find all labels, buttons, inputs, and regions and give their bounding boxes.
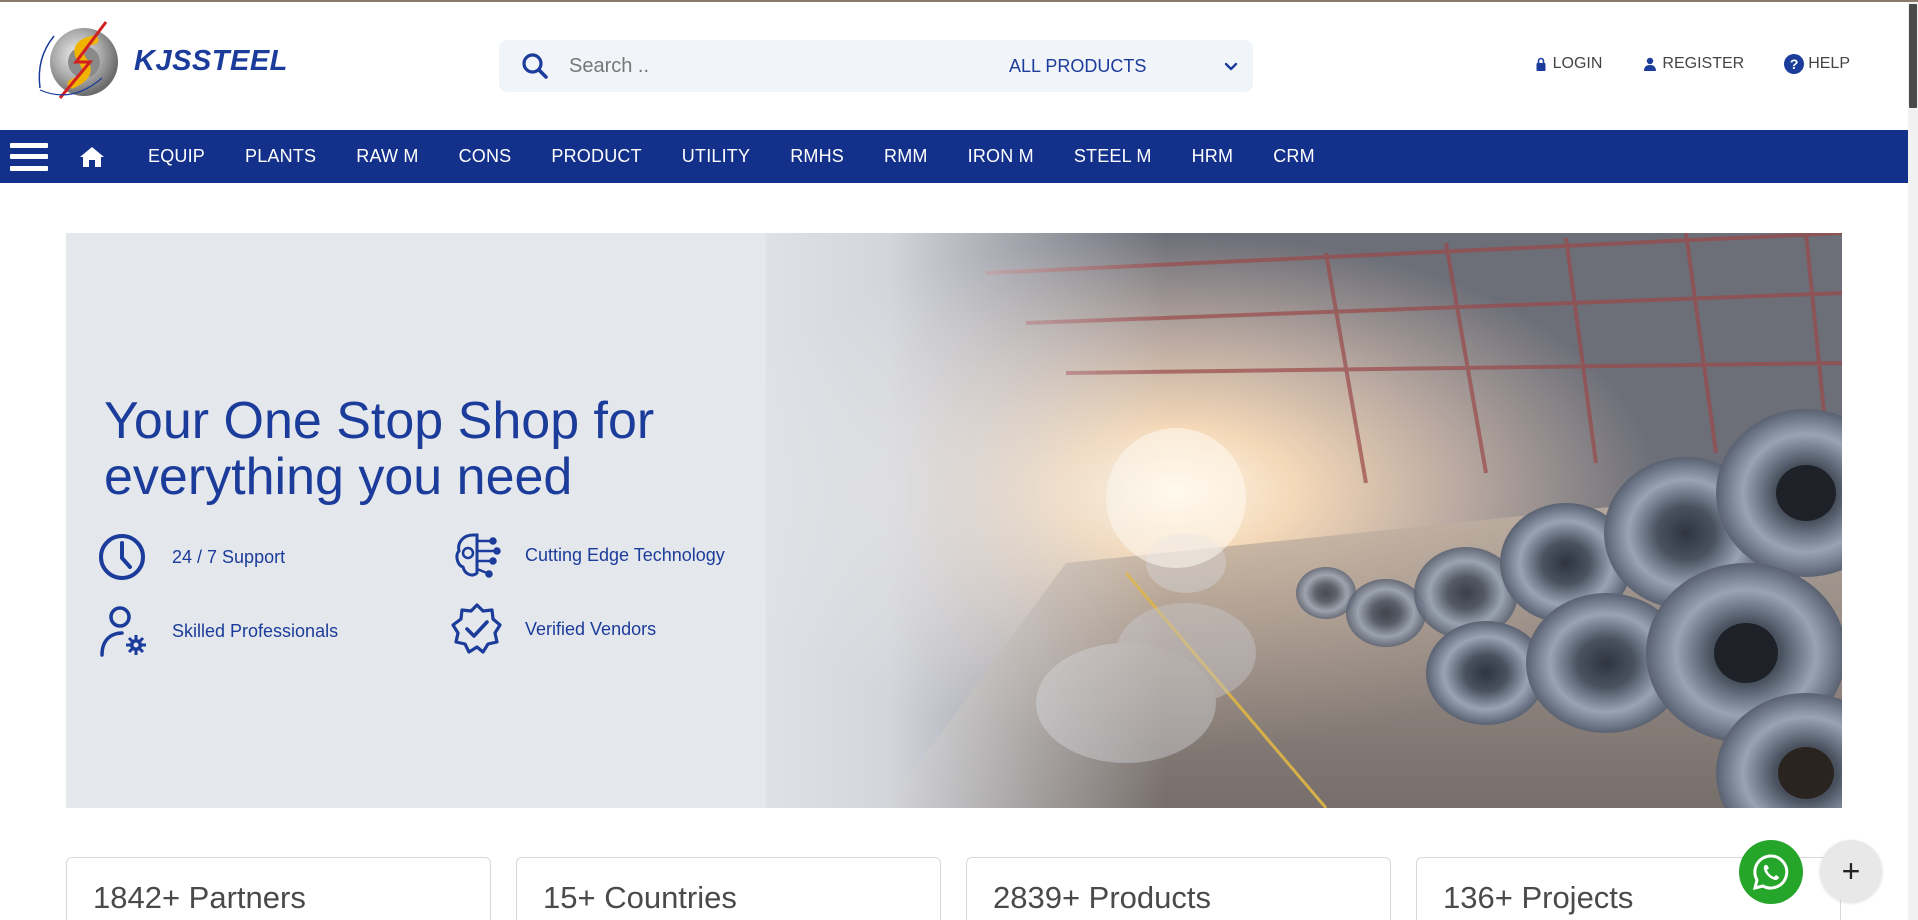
plus-button[interactable]: + <box>1820 840 1882 902</box>
stat-partners: 1842+ Partners <box>93 880 306 915</box>
category-select-value: ALL PRODUCTS <box>1009 55 1147 76</box>
nav-item-crm[interactable]: CRM <box>1253 146 1335 167</box>
whatsapp-icon <box>1752 854 1789 891</box>
page-scrollbar[interactable] <box>1908 2 1918 920</box>
hero-banner: Your One Stop Shop for everything you ne… <box>66 233 1842 808</box>
hero-fade-overlay <box>706 233 1166 808</box>
feature-support-label: 24 / 7 Support <box>172 546 286 567</box>
account-links: LOGIN REGISTER ? HELP <box>1533 54 1850 74</box>
user-gear-icon <box>100 606 146 657</box>
nav-item-rmm[interactable]: RMM <box>864 146 948 167</box>
brand-logo[interactable]: KJSSTEEL <box>32 18 287 104</box>
search-icon[interactable] <box>521 52 549 80</box>
main-nav: EQUIP PLANTS RAW M CONS PRODUCT UTILITY … <box>0 130 1908 183</box>
feature-technology: Cutting Edge Technology <box>451 527 725 583</box>
hero-title: Your One Stop Shop for everything you ne… <box>104 393 804 505</box>
search-input[interactable] <box>569 54 989 78</box>
logo-emblem-icon <box>32 18 132 104</box>
stat-card-products: 2839+ Products <box>966 857 1391 920</box>
user-icon <box>1644 57 1657 71</box>
nav-item-equip[interactable]: EQUIP <box>138 146 225 167</box>
stat-card-partners: 1842+ Partners <box>66 857 491 920</box>
register-link[interactable]: REGISTER <box>1642 54 1744 74</box>
nav-item-product[interactable]: PRODUCT <box>531 146 661 167</box>
feature-vendors: Verified Vendors <box>451 601 656 657</box>
category-select[interactable]: ALL PRODUCTS <box>1009 56 1239 77</box>
brand-name: KJSSTEEL <box>134 44 288 77</box>
plus-icon: + <box>1841 852 1861 889</box>
whatsapp-button[interactable] <box>1739 840 1803 904</box>
help-link[interactable]: ? HELP <box>1784 54 1850 74</box>
clock-icon <box>99 534 145 580</box>
stat-countries: 15+ Countries <box>543 880 737 915</box>
nav-item-iron-m[interactable]: IRON M <box>948 146 1054 167</box>
login-label: LOGIN <box>1552 55 1603 72</box>
feature-support: 24 / 7 Support <box>98 529 285 585</box>
nav-items: EQUIP PLANTS RAW M CONS PRODUCT UTILITY … <box>138 146 1335 167</box>
hero-title-line1: Your One Stop Shop for <box>104 392 655 450</box>
nav-item-cons[interactable]: CONS <box>439 146 532 167</box>
register-label: REGISTER <box>1662 55 1745 72</box>
login-link[interactable]: LOGIN <box>1533 54 1603 74</box>
stat-products: 2839+ Products <box>993 880 1212 915</box>
cpu-brain-icon <box>455 533 501 578</box>
hero-title-line2: everything you need <box>104 448 573 506</box>
stat-card-countries: 15+ Countries <box>516 857 941 920</box>
feature-professionals: Skilled Professionals <box>98 603 338 659</box>
feature-professionals-label: Skilled Professionals <box>172 620 339 641</box>
nav-item-utility[interactable]: UTILITY <box>662 146 770 167</box>
nav-item-hrm[interactable]: HRM <box>1172 146 1254 167</box>
chevron-down-icon <box>1224 62 1238 71</box>
question-icon: ? <box>1784 54 1805 74</box>
nav-item-rmhs[interactable]: RMHS <box>770 146 864 167</box>
site-header: KJSSTEEL ALL PRODUCTS LOGIN <box>0 2 1908 130</box>
nav-item-plants[interactable]: PLANTS <box>225 146 336 167</box>
feature-technology-label: Cutting Edge Technology <box>525 544 725 565</box>
scrollbar-thumb[interactable] <box>1909 4 1917 108</box>
help-label: HELP <box>1808 55 1850 72</box>
lock-icon <box>1536 57 1546 71</box>
nav-item-raw-m[interactable]: RAW M <box>336 146 438 167</box>
home-icon[interactable] <box>78 143 106 171</box>
verified-badge-icon <box>451 603 502 654</box>
menu-icon[interactable] <box>10 140 48 174</box>
nav-item-steel-m[interactable]: STEEL M <box>1054 146 1172 167</box>
feature-vendors-label: Verified Vendors <box>525 618 657 639</box>
stat-projects: 136+ Projects <box>1443 880 1634 915</box>
search-bar: ALL PRODUCTS <box>499 40 1253 92</box>
